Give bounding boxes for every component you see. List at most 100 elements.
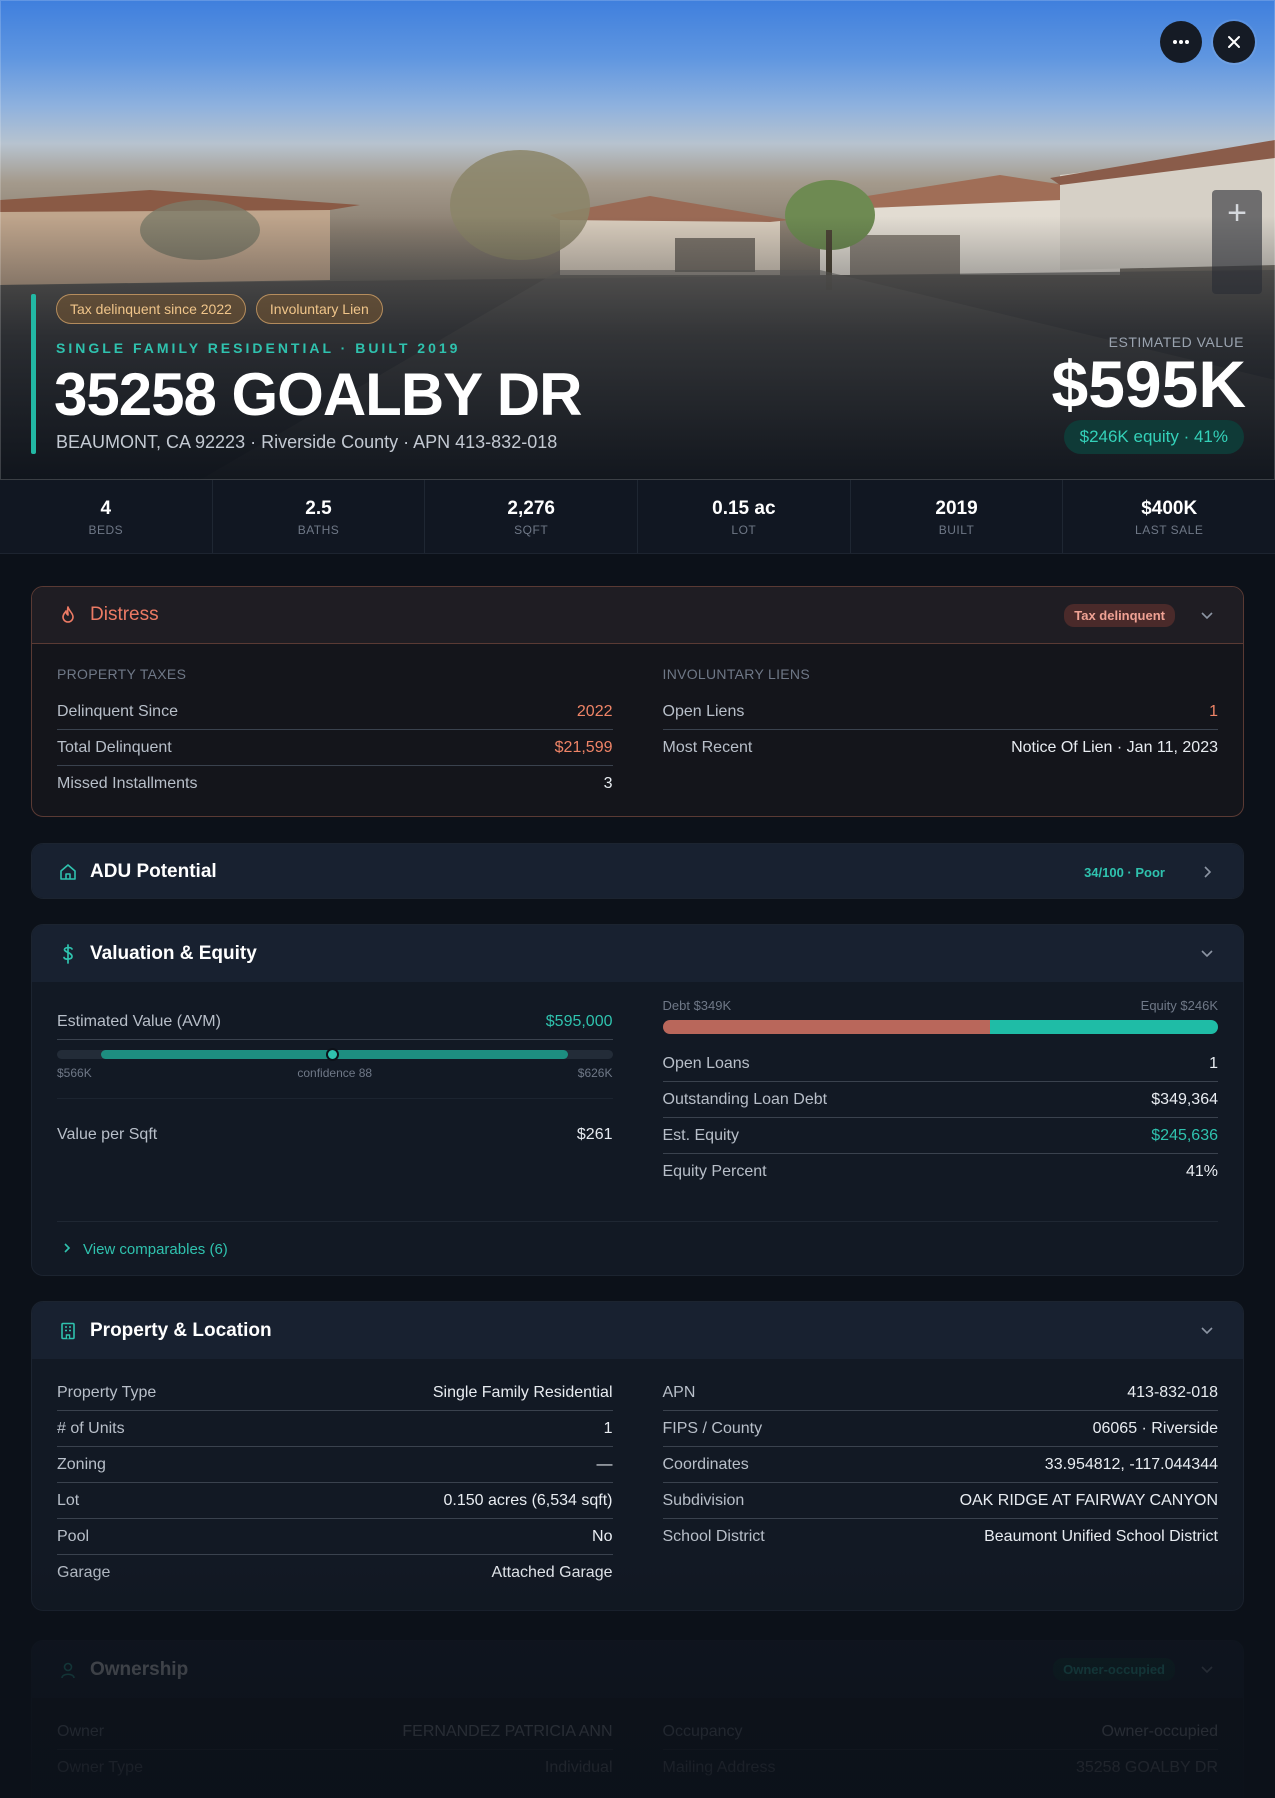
valuation-title: Valuation & Equity [90, 942, 257, 964]
row-value: 1 [1209, 702, 1218, 720]
stat-label: BATHS [297, 523, 340, 537]
zoom-in-icon[interactable]: + [1227, 196, 1247, 230]
row-key: Value per Sqft [57, 1125, 158, 1143]
row-key: Garage [57, 1564, 111, 1581]
stat-label: LOT [731, 523, 757, 537]
debt-equity-bar [662, 1020, 1218, 1034]
stat-beds: 4 BEDS [0, 480, 213, 553]
table-row: Outstanding Loan Debt $349,364 [662, 1082, 1218, 1118]
equity-section: Debt $349K Equity $246K Open Loans 1 Out… [662, 998, 1218, 1190]
property-taxes-section: PROPERTY TAXES Delinquent Since 2022 Tot… [57, 662, 613, 802]
user-icon [58, 1660, 78, 1680]
hero-accent-bar [31, 294, 36, 454]
property-header[interactable]: Property & Location [32, 1302, 1243, 1359]
stat-label: BUILT [938, 523, 975, 537]
table-row: APN 413-832-018 [662, 1375, 1218, 1411]
more-options-button[interactable] [1160, 21, 1202, 63]
range-high: $626K [577, 1066, 613, 1080]
table-row: Owner Type Individual [57, 1750, 613, 1786]
row-key: Open Loans [662, 1054, 750, 1072]
chevron-down-icon[interactable] [1197, 605, 1217, 625]
row-value: $21,599 [554, 738, 613, 756]
stat-last-sale: $400K LAST SALE [1063, 480, 1275, 553]
stat-label: SQFT [514, 523, 549, 537]
chevron-right-icon [63, 1241, 71, 1258]
table-row: Mailing Address 35258 GOALBY DR [663, 1750, 1219, 1786]
estimated-value: $595K [1051, 347, 1247, 421]
table-row: Coordinates 33.954812, -117.044344 [662, 1447, 1218, 1483]
row-value: 41% [1185, 1163, 1218, 1180]
stat-label: BEDS [88, 523, 124, 537]
close-button[interactable] [1213, 21, 1255, 63]
row-key: Occupancy [662, 1722, 743, 1740]
adu-potential-card[interactable]: ADU Potential 34/100 · Poor [31, 843, 1244, 899]
table-row: Pool No [57, 1519, 613, 1555]
table-row: # of Units 1 [57, 1411, 613, 1447]
row-value: $245,636 [1151, 1126, 1218, 1144]
property-left-column: Property Type Single Family Residential #… [57, 1375, 613, 1591]
chevron-right-icon[interactable] [1197, 862, 1217, 882]
row-value: No [592, 1527, 613, 1545]
stat-baths: 2.5 BATHS [213, 480, 426, 553]
table-row: Zoning — [57, 1447, 613, 1483]
row-key: Delinquent Since [57, 702, 178, 720]
hero-street-view: Tax delinquent since 2022 Involuntary Li… [0, 0, 1275, 480]
close-icon [1228, 36, 1240, 48]
row-key: School District [662, 1528, 765, 1545]
debt-equity-labels: Debt $349K Equity $246K [663, 998, 1219, 1013]
table-row: Delinquent Since 2022 [57, 694, 613, 730]
table-row: Missed Installments 3 [57, 766, 613, 802]
table-row: Subdivision OAK RIDGE AT FAIRWAY CANYON [662, 1483, 1218, 1519]
equity-label: Equity $246K [1140, 998, 1218, 1013]
row-value: Single Family Residential [432, 1383, 613, 1401]
row-value: $261 [576, 1125, 613, 1143]
stat-value: 4 [100, 498, 112, 519]
range-confidence: confidence 88 [297, 1066, 373, 1080]
row-value: 3 [603, 775, 613, 792]
ownership-title: Ownership [90, 1658, 189, 1680]
comparables-label: View comparables (6) [83, 1241, 228, 1258]
row-key: Pool [57, 1527, 90, 1545]
ownership-header[interactable]: Ownership Owner-occupied [32, 1641, 1243, 1698]
chevron-down-icon[interactable] [1197, 944, 1217, 964]
row-key: FIPS / County [662, 1419, 763, 1437]
stat-value: 2,276 [507, 498, 555, 519]
valuation-equity-card: Valuation & Equity Estimated Value (AVM)… [31, 924, 1244, 1276]
avm-value: $595,000 [545, 1012, 613, 1030]
chevron-down-icon[interactable] [1197, 1660, 1217, 1680]
row-value: 1 [1209, 1054, 1218, 1072]
stat-value: 2.5 [305, 498, 332, 519]
table-row: Total Delinquent $21,599 [57, 730, 613, 766]
row-key: Coordinates [662, 1455, 749, 1473]
table-row: School District Beaumont Unified School D… [663, 1519, 1219, 1555]
row-value: $349,364 [1151, 1090, 1218, 1108]
stat-lot: 0.15 ac LOT [638, 480, 851, 553]
valuation-header[interactable]: Valuation & Equity [32, 925, 1243, 982]
table-row: Occupancy Owner-occupied [662, 1714, 1219, 1750]
view-comparables-link[interactable]: View comparables (6) [57, 1221, 1218, 1275]
stat-value: 2019 [935, 498, 978, 519]
table-row: Open Liens 1 [662, 694, 1218, 730]
range-labels: $566K confidence 88 $626K [57, 1066, 613, 1080]
chevron-down-icon[interactable] [1197, 1321, 1217, 1341]
row-value: Attached Garage [491, 1564, 613, 1581]
property-location-card: Property & Location Property Type Single … [31, 1301, 1244, 1611]
ownership-right-column: Occupancy Owner-occupied Mailing Address 3… [662, 1714, 1219, 1786]
avm-row: Estimated Value (AVM) $595,000 [57, 1004, 613, 1040]
avm-label: Estimated Value (AVM) [57, 1012, 221, 1030]
row-key: Subdivision [662, 1491, 745, 1509]
row-value: OAK RIDGE AT FAIRWAY CANYON [959, 1491, 1218, 1509]
hero-badges: Tax delinquent since 2022 Involuntary Li… [56, 294, 383, 324]
adu-header[interactable]: ADU Potential 34/100 · Poor [32, 844, 1243, 898]
equity-segment [990, 1020, 1218, 1034]
row-value: Notice Of Lien · Jan 11, 2023 [1011, 739, 1218, 756]
table-row: Est. Equity $245,636 [662, 1118, 1218, 1154]
row-key: Missed Installments [57, 775, 198, 792]
row-key: Mailing Address [662, 1759, 776, 1776]
row-key: Est. Equity [662, 1126, 739, 1144]
table-row: FIPS / County 06065 · Riverside [662, 1411, 1218, 1447]
row-value: Owner-occupied [1101, 1722, 1219, 1740]
zoom-control[interactable]: + [1212, 190, 1262, 294]
row-key: APN [662, 1383, 696, 1401]
distress-header[interactable]: Distress Tax delinquent [32, 587, 1243, 644]
